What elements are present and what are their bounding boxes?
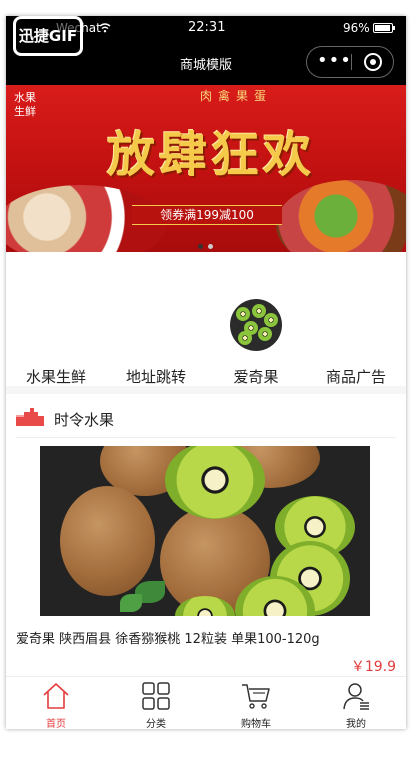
tab-cart[interactable]: 购物车	[206, 677, 306, 729]
carousel-dot[interactable]	[198, 244, 203, 249]
watermark-logo: 迅捷GIF	[13, 16, 83, 56]
grid-icon	[142, 682, 170, 710]
banner-coupon: 领券满199减100	[132, 205, 282, 225]
promo-banner[interactable]: 水果 生鲜 肉禽果蛋 放肆狂欢 领券满199减100	[6, 85, 406, 252]
tab-bar: 首页 分类 购物车 我的	[6, 676, 406, 729]
more-menu-icon[interactable]: •••	[317, 52, 351, 70]
wifi-icon	[99, 23, 111, 33]
carousel-dot[interactable]	[208, 244, 213, 249]
kiwi-thumbnail	[230, 299, 282, 351]
banner-food-right	[276, 180, 406, 252]
stairs-icon	[16, 408, 44, 426]
banner-top-text: 肉禽果蛋	[199, 89, 272, 103]
home-icon	[43, 683, 69, 709]
capsule-divider	[351, 54, 352, 70]
carousel-indicator	[192, 244, 222, 250]
tab-category[interactable]: 分类	[106, 677, 206, 729]
category-grid: 水果生鲜 地址跳转 爱奇果 商品广告	[6, 252, 406, 386]
tab-home[interactable]: 首页	[6, 677, 106, 729]
phone-frame: Wechat 22:31 96% 商城模版 ••• 迅捷GIF 水果 生鲜 肉禽…	[6, 16, 406, 729]
tab-label: 我的	[346, 719, 366, 729]
category-label: 水果生鲜	[25, 368, 86, 386]
category-fruit[interactable]: 水果生鲜	[6, 252, 106, 386]
tab-label: 分类	[146, 719, 166, 729]
category-label: 爱奇果	[233, 368, 279, 386]
product-image[interactable]	[40, 446, 370, 616]
banner-corner-text: 水果 生鲜	[14, 91, 36, 118]
section-title: 时令水果	[54, 411, 115, 429]
battery-percent: 96%	[343, 21, 370, 35]
mini-program-capsule: •••	[306, 46, 394, 78]
cart-icon	[242, 684, 270, 709]
battery-fill	[375, 25, 390, 31]
close-target-icon[interactable]	[364, 53, 382, 71]
banner-headline: 放肆狂欢	[106, 127, 315, 183]
tab-mine[interactable]: 我的	[306, 677, 406, 729]
category-label: 商品广告	[325, 368, 386, 386]
product-price: ￥19.9	[350, 659, 396, 675]
clock: 22:31	[188, 20, 226, 35]
user-icon	[343, 683, 369, 710]
category-label: 地址跳转	[125, 368, 186, 386]
product-name[interactable]: 爱奇果 陕西眉县 徐香猕猴桃 12粒装 单果100-120g	[16, 628, 401, 647]
tab-label: 首页	[46, 719, 66, 729]
section-underline	[16, 437, 396, 438]
tab-label: 购物车	[241, 719, 271, 729]
category-address[interactable]: 地址跳转	[106, 252, 206, 386]
category-ads[interactable]: 商品广告	[306, 252, 406, 386]
section-divider	[6, 386, 406, 394]
category-kiwi[interactable]: 爱奇果	[206, 252, 306, 386]
battery-icon	[373, 23, 395, 33]
section-header: 时令水果	[6, 394, 406, 438]
